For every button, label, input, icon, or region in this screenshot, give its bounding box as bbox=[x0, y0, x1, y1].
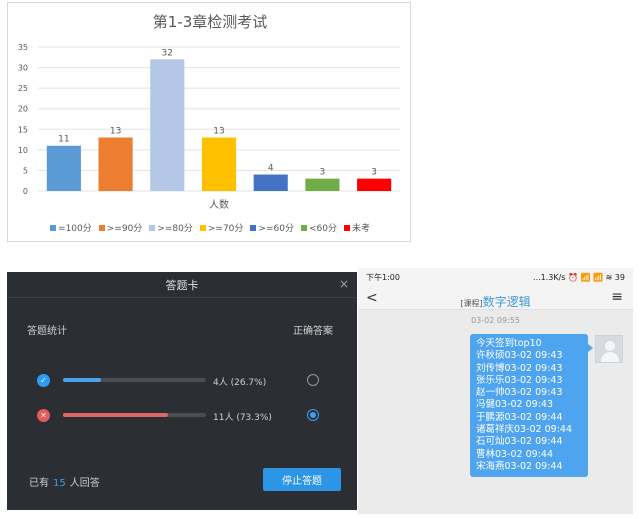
answered-prefix: 已有 bbox=[29, 478, 49, 489]
close-icon[interactable]: × bbox=[339, 277, 349, 291]
data-label: 3 bbox=[320, 168, 326, 178]
y-tick-label: 10 bbox=[18, 146, 28, 155]
y-tick-label: 35 bbox=[18, 43, 28, 52]
status-indicators: ...1.3K/s ⏰ 📶 📶 ≋ 39 bbox=[533, 272, 625, 282]
message-line: 冯健03-02 09:43 bbox=[476, 399, 554, 411]
progress-track bbox=[63, 378, 206, 382]
menu-icon[interactable]: ≡ bbox=[611, 289, 623, 305]
legend-item: >=80分 bbox=[149, 221, 193, 234]
bar-chart: 0 5 10 15 20 25 30 35 11 13 32 13 4 3 3 人数 bbox=[18, 43, 400, 211]
message-line: 于鹏源03-02 09:44 bbox=[476, 411, 563, 423]
y-tick-label: 30 bbox=[18, 64, 28, 73]
legend-swatch bbox=[300, 224, 307, 231]
message-row: 今天签到top10 许秋硕03-02 09:43 刘传博03-02 09:43 张乐乐… bbox=[358, 325, 633, 495]
y-tick-label: 15 bbox=[18, 125, 28, 134]
answered-count-text: 已有 15 人回答 bbox=[29, 474, 100, 489]
chart-panel: 第1-3章检测考试 0 5 10 15 20 25 30 35 11 13 32 13 4 3 3 人数 =1… bbox=[7, 2, 411, 242]
y-tick-label: 25 bbox=[18, 84, 28, 93]
option-row-correct-users: ✓ 4人 (26.7%) bbox=[37, 373, 337, 389]
check-circle-icon: ✓ bbox=[37, 374, 50, 387]
legend-item: =100分 bbox=[50, 221, 92, 234]
message-line: 曹林03-02 09:44 bbox=[476, 448, 554, 460]
y-tick-label: 20 bbox=[18, 105, 28, 114]
answered-suffix: 人回答 bbox=[69, 478, 100, 489]
option-stat-text: 11人 (73.3%) bbox=[213, 413, 272, 423]
answer-card-dialog: 答题卡 × 答题统计 正确答案 ✓ 4人 (26.7%) ✕ 11人 (73.3… bbox=[7, 272, 357, 510]
correct-answer-label: 正确答案 bbox=[293, 326, 333, 337]
course-tag: [课程] bbox=[460, 299, 483, 308]
avatar-body-shape bbox=[601, 352, 619, 362]
avatar-head-shape bbox=[605, 341, 615, 351]
data-label: 3 bbox=[371, 168, 377, 178]
message-timestamp: 03-02 09:55 bbox=[471, 316, 520, 325]
screenshot-root: 第1-3章检测考试 0 5 10 15 20 25 30 35 11 13 32 13 4 3 3 人数 =1… bbox=[0, 0, 640, 519]
phone-chat-screen: 下午1:00 ...1.3K/s ⏰ 📶 📶 ≋ 39 < [课程]数字逻辑 ≡… bbox=[358, 268, 633, 514]
legend-item: >=60分 bbox=[250, 221, 294, 234]
legend-swatch bbox=[199, 224, 206, 231]
legend-label: >=60分 bbox=[258, 224, 294, 234]
message-line: 今天签到top10 bbox=[476, 338, 542, 349]
legend-label: <60分 bbox=[308, 224, 337, 234]
data-label: 13 bbox=[213, 127, 224, 137]
message-bubble[interactable]: 今天签到top10 许秋硕03-02 09:43 刘传博03-02 09:43 张乐乐… bbox=[470, 334, 593, 478]
legend-label: >=90分 bbox=[106, 224, 143, 234]
legend-item: >=70分 bbox=[199, 221, 244, 234]
progress-fill bbox=[63, 413, 168, 417]
correct-answer-radio[interactable] bbox=[307, 374, 319, 386]
message-line: 刘传博03-02 09:43 bbox=[476, 362, 563, 374]
bar bbox=[253, 174, 288, 191]
legend-item: 未考 bbox=[343, 221, 370, 234]
legend-swatch bbox=[50, 224, 57, 231]
avatar[interactable] bbox=[595, 335, 623, 363]
correct-answer-radio[interactable] bbox=[307, 409, 319, 421]
bar bbox=[357, 178, 392, 191]
message-line: 许秋硕03-02 09:43 bbox=[476, 350, 563, 362]
message-line: 赵一帅03-02 09:43 bbox=[476, 387, 563, 399]
option-row-wrong-users: ✕ 11人 (73.3%) bbox=[37, 408, 337, 424]
x-axis-label: 人数 bbox=[209, 198, 229, 211]
bar bbox=[98, 137, 133, 191]
legend-label: 未考 bbox=[351, 224, 370, 234]
legend-label: >=70分 bbox=[207, 224, 244, 234]
y-tick-label: 5 bbox=[23, 166, 28, 175]
chart-legend: =100分 >=90分 >=80分 >=70分 >=60分 <60分 未考 bbox=[8, 221, 412, 234]
dialog-header: 答题卡 × bbox=[7, 272, 357, 298]
message-line: 石可灿03-02 09:44 bbox=[476, 436, 563, 448]
bar bbox=[46, 145, 81, 191]
y-tick-label: 0 bbox=[23, 187, 28, 196]
chat-title: [课程]数字逻辑 bbox=[358, 291, 633, 310]
legend-label: =100分 bbox=[58, 224, 92, 234]
dialog-title: 答题卡 bbox=[165, 278, 199, 292]
answered-count: 15 bbox=[53, 478, 66, 489]
message-line: 张乐乐03-02 09:43 bbox=[476, 374, 563, 386]
legend-swatch bbox=[250, 224, 257, 231]
data-label: 4 bbox=[268, 164, 274, 174]
legend-item: >=90分 bbox=[98, 221, 143, 234]
option-stat-text: 4人 (26.7%) bbox=[213, 378, 267, 388]
legend-swatch bbox=[149, 224, 156, 231]
progress-track bbox=[63, 413, 206, 417]
data-label: 13 bbox=[110, 127, 121, 137]
data-label: 32 bbox=[162, 48, 173, 58]
bar bbox=[150, 59, 185, 191]
progress-fill bbox=[63, 378, 102, 382]
message-line: 诸葛祥庆03-02 09:44 bbox=[476, 424, 573, 436]
bar bbox=[305, 178, 340, 191]
course-name: 数字逻辑 bbox=[482, 295, 531, 309]
dialog-body: 答题统计 正确答案 ✓ 4人 (26.7%) ✕ 11人 (73.3%) 已有 1 bbox=[7, 298, 357, 510]
message-line: 宋海燕03-02 09:44 bbox=[476, 460, 563, 472]
legend-swatch bbox=[343, 224, 350, 231]
stats-label: 答题统计 bbox=[27, 326, 67, 337]
chat-nav-bar: < [课程]数字逻辑 ≡ bbox=[358, 286, 633, 310]
legend-item: <60分 bbox=[300, 221, 337, 234]
status-time: 下午1:00 bbox=[366, 272, 400, 282]
legend-swatch bbox=[98, 224, 105, 231]
data-label: 11 bbox=[58, 135, 69, 145]
cross-circle-icon: ✕ bbox=[37, 409, 50, 422]
stop-answering-button[interactable]: 停止答题 bbox=[263, 468, 341, 491]
bar bbox=[201, 137, 237, 191]
status-bar: 下午1:00 ...1.3K/s ⏰ 📶 📶 ≋ 39 bbox=[358, 268, 633, 286]
legend-label: >=80分 bbox=[157, 224, 193, 234]
